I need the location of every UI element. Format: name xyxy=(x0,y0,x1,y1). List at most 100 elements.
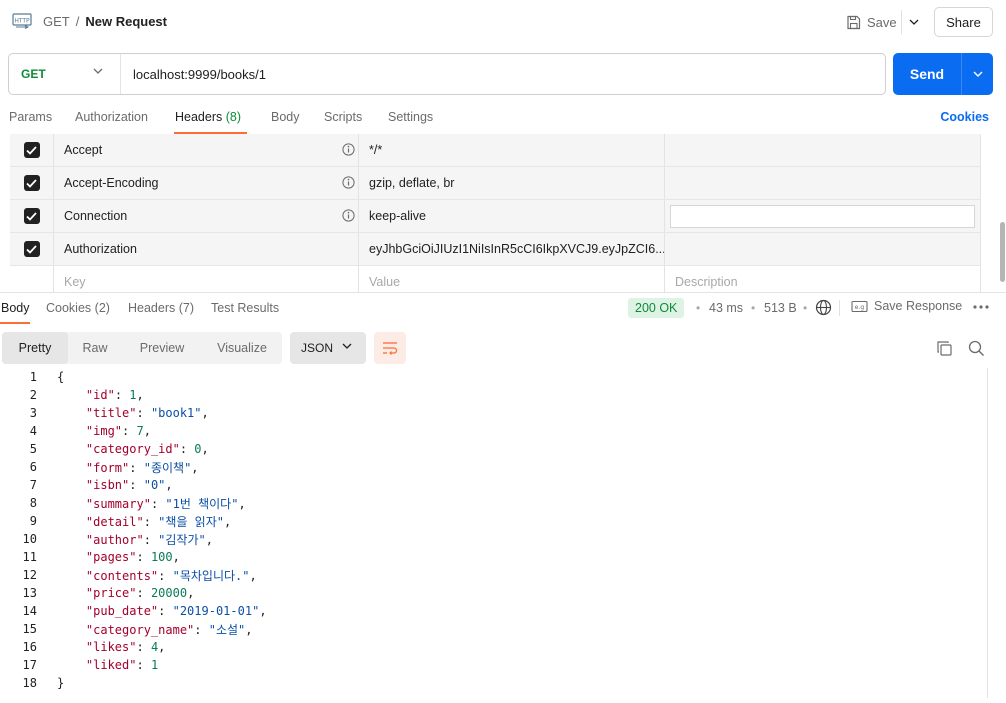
tab-response-cookies[interactable]: Cookies (2) xyxy=(46,301,110,315)
tab-params[interactable]: Params xyxy=(9,110,52,124)
save-response-icon: e.g xyxy=(851,300,868,312)
response-size[interactable]: 513 B xyxy=(764,301,797,315)
line-number: 1 xyxy=(29,370,37,384)
save-button[interactable]: Save xyxy=(838,8,905,36)
checkbox[interactable] xyxy=(23,241,40,257)
tab-cookies-count: (2) xyxy=(94,301,110,315)
header-key[interactable]: Authorization xyxy=(54,233,359,265)
code-line: 13 "price": 20000, xyxy=(0,584,986,602)
code-line: 16 "likes": 4, xyxy=(0,638,986,656)
header-description[interactable] xyxy=(665,233,981,265)
view-preview[interactable]: Preview xyxy=(126,332,198,364)
globe-icon[interactable] xyxy=(815,299,832,316)
search-icon[interactable] xyxy=(968,340,985,357)
tab-body[interactable]: Body xyxy=(271,110,300,124)
check-icon xyxy=(26,178,37,188)
request-name[interactable]: New Request xyxy=(85,14,167,29)
code-line: 5 "category_id": 0, xyxy=(0,440,986,458)
code-line: 18} xyxy=(0,674,986,692)
header-checkbox[interactable] xyxy=(10,167,54,199)
line-number: 12 xyxy=(22,568,37,582)
code-text: "price": 20000, xyxy=(85,586,195,600)
header-checkbox[interactable] xyxy=(10,134,54,166)
tab-settings[interactable]: Settings xyxy=(388,110,433,124)
header-checkbox-empty xyxy=(10,266,54,292)
header-description[interactable] xyxy=(665,200,981,232)
url-bar: GET xyxy=(8,53,886,95)
response-body-editor[interactable]: 1{2 "id": 1, 3 "title": "book1", 4 "img": … xyxy=(0,368,986,703)
save-response-button[interactable]: e.g Save Response xyxy=(851,299,962,313)
url-input[interactable] xyxy=(133,64,873,84)
code-text: } xyxy=(57,676,65,690)
new-description-input[interactable]: Description xyxy=(665,266,981,292)
code-text: { xyxy=(57,370,65,384)
share-button[interactable]: Share xyxy=(934,7,993,37)
save-options-button[interactable] xyxy=(905,10,923,34)
active-tab-indicator xyxy=(0,322,30,324)
copy-icon[interactable] xyxy=(936,340,953,357)
separator-dot: • xyxy=(696,301,701,315)
code-text: "category_id": 0, xyxy=(85,442,209,456)
table-row: Authorization eyJhbGciOiJIUzI1NiIsInR5cC… xyxy=(10,233,981,266)
header-value[interactable]: eyJhbGciOiJIUzI1NiIsInR5cCI6IkpXVCJ9.eyJ… xyxy=(359,233,665,265)
header-key[interactable]: Accept-Encoding xyxy=(54,167,359,199)
header-key-text: Connection xyxy=(64,209,128,223)
line-number: 7 xyxy=(29,478,37,492)
tab-response-headers[interactable]: Headers (7) xyxy=(128,301,194,315)
header-description[interactable] xyxy=(665,134,981,166)
editor-scroll-track xyxy=(987,368,988,698)
line-number: 10 xyxy=(22,532,37,546)
tab-test-results[interactable]: Test Results xyxy=(211,301,279,315)
status-badge[interactable]: 200 OK xyxy=(628,298,685,318)
save-response-label: Save Response xyxy=(874,299,963,313)
divider xyxy=(839,300,840,316)
code-line: 12 "contents": "목차입니다.", xyxy=(0,566,986,584)
code-line: 15 "category_name": "소설", xyxy=(0,620,986,638)
new-value-input[interactable]: Value xyxy=(359,266,665,292)
tab-response-body[interactable]: Body xyxy=(1,301,30,315)
format-select[interactable]: JSON xyxy=(290,332,366,364)
header-description[interactable] xyxy=(665,167,981,199)
code-line: 2 "id": 1, xyxy=(0,386,986,404)
code-text: "pub_date": "2019-01-01", xyxy=(85,604,267,618)
scrollbar[interactable] xyxy=(1000,222,1005,282)
view-raw[interactable]: Raw xyxy=(68,332,122,364)
header-value[interactable]: keep-alive xyxy=(359,200,665,232)
code-text: "id": 1, xyxy=(85,388,144,402)
checkbox[interactable] xyxy=(23,142,40,158)
tab-authorization[interactable]: Authorization xyxy=(75,110,148,124)
line-number: 6 xyxy=(29,460,37,474)
code-text: "author": "김작가", xyxy=(85,532,213,547)
send-button-group: Send xyxy=(893,53,993,95)
view-visualize[interactable]: Visualize xyxy=(202,332,282,364)
checkbox[interactable] xyxy=(23,175,40,191)
code-line: 6 "form": "종이책", xyxy=(0,458,986,476)
header-value[interactable]: gzip, deflate, br xyxy=(359,167,665,199)
table-row: Accept-Encoding gzip, deflate, br xyxy=(10,167,981,200)
header-value[interactable]: */* xyxy=(359,134,665,166)
tab-headers[interactable]: Headers (8) xyxy=(175,110,241,124)
code-line: 9 "detail": "책을 읽자", xyxy=(0,512,986,530)
new-key-input[interactable]: Key xyxy=(54,266,359,292)
code-line: 7 "isbn": "0", xyxy=(0,476,986,494)
method-select[interactable]: GET xyxy=(9,54,121,94)
view-pretty[interactable]: Pretty xyxy=(2,332,68,364)
send-options-button[interactable] xyxy=(962,53,993,95)
send-button[interactable]: Send xyxy=(893,53,961,95)
code-text: "isbn": "0", xyxy=(85,478,173,492)
code-text: "category_name": "소설", xyxy=(85,622,253,637)
header-checkbox[interactable] xyxy=(10,233,54,265)
wrap-lines-button[interactable] xyxy=(374,332,406,364)
description-input[interactable] xyxy=(670,205,975,228)
line-number: 17 xyxy=(22,658,37,672)
header-checkbox[interactable] xyxy=(10,200,54,232)
checkbox[interactable] xyxy=(23,208,40,224)
response-time[interactable]: 43 ms xyxy=(709,301,743,315)
svg-text:e.g: e.g xyxy=(855,304,865,311)
more-icon[interactable] xyxy=(972,300,990,314)
check-icon xyxy=(26,244,37,254)
tab-scripts[interactable]: Scripts xyxy=(324,110,362,124)
header-key[interactable]: Connection xyxy=(54,200,359,232)
header-key[interactable]: Accept xyxy=(54,134,359,166)
cookies-link[interactable]: Cookies xyxy=(940,110,989,124)
